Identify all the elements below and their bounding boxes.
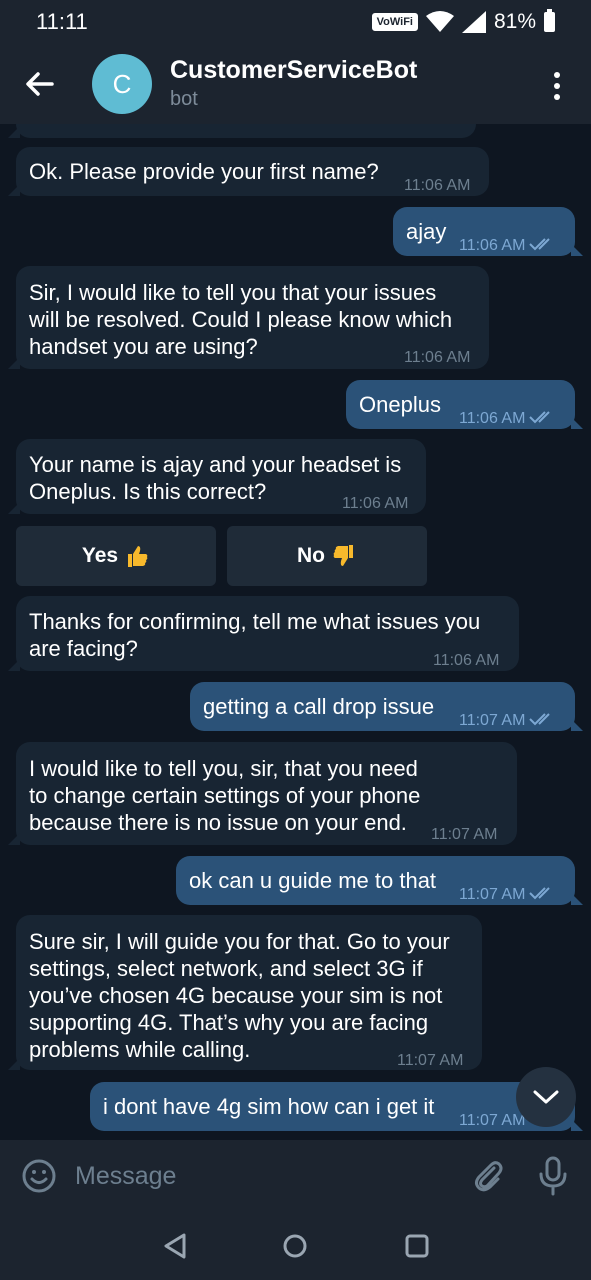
paperclip-icon[interactable] bbox=[470, 1158, 506, 1194]
message-time: 11:07 AM bbox=[397, 1052, 464, 1069]
system-nav-bar bbox=[0, 1212, 591, 1280]
message-time: 11:06 AM bbox=[404, 349, 471, 366]
message-time: 11:07 AM bbox=[431, 826, 498, 843]
no-label: No bbox=[297, 544, 325, 567]
message-text: getting a call drop issue bbox=[203, 694, 435, 719]
emoji-icon[interactable] bbox=[21, 1158, 57, 1194]
more-options-icon[interactable] bbox=[547, 68, 567, 104]
message-time: 11:06 AM bbox=[459, 232, 555, 259]
chevron-down-icon bbox=[533, 1090, 559, 1104]
chat-title[interactable]: CustomerServiceBot bbox=[170, 56, 417, 85]
message-text: Sure sir, I will guide you for that. Go … bbox=[29, 929, 450, 1062]
thumbs-up-icon bbox=[128, 546, 148, 567]
double-check-icon bbox=[529, 411, 551, 424]
message-time: 11:07 AM bbox=[459, 707, 555, 734]
double-check-icon bbox=[529, 238, 551, 251]
thumbs-down-icon bbox=[333, 545, 353, 566]
message-outgoing[interactable]: ajay 11:06 AM bbox=[393, 207, 583, 259]
message-incoming[interactable]: Thanks for confirming, tell me what issu… bbox=[8, 596, 519, 671]
status-time: 11:11 bbox=[36, 9, 88, 34]
status-icons: VoWiFi 81% bbox=[371, 9, 555, 35]
message-text: I would like to tell you, sir, that you … bbox=[29, 756, 421, 835]
status-bar: 11:11 VoWiFi 81% bbox=[0, 0, 591, 44]
message-text: Oneplus bbox=[359, 392, 441, 417]
yes-label: Yes bbox=[81, 544, 119, 567]
double-check-icon bbox=[529, 887, 551, 900]
message-text: Thanks for confirming, tell me what issu… bbox=[29, 609, 481, 661]
message-outgoing[interactable]: i dont have 4g sim how can i get it 11:0… bbox=[90, 1082, 583, 1131]
chat-subtitle: bot bbox=[170, 88, 198, 110]
avatar[interactable]: C bbox=[92, 54, 152, 114]
message-incoming[interactable]: Ok. Please provide your first name? 11:0… bbox=[8, 147, 489, 196]
message-incoming[interactable]: I would like to tell you, sir, that you … bbox=[8, 742, 517, 845]
message-text: Sir, I would like to tell you that your … bbox=[29, 280, 453, 359]
message-time: 11:07 AM bbox=[459, 881, 555, 908]
message-outgoing[interactable]: Oneplus 11:06 AM bbox=[346, 380, 583, 432]
message-text: ajay bbox=[406, 219, 447, 244]
chat-messages[interactable]: Ok. Please provide your first name? 11:0… bbox=[0, 124, 591, 1140]
microphone-icon[interactable] bbox=[536, 1156, 570, 1196]
scroll-down-button[interactable] bbox=[516, 1067, 576, 1127]
message-text: ok can u guide me to that bbox=[189, 868, 437, 893]
message-incoming[interactable]: Sir, I would like to tell you that your … bbox=[8, 266, 489, 369]
message-time: 11:06 AM bbox=[404, 177, 471, 194]
message-outgoing[interactable]: getting a call drop issue 11:07 AM bbox=[190, 682, 583, 734]
message-text: i dont have 4g sim how can i get it bbox=[103, 1094, 435, 1119]
message-outgoing[interactable]: ok can u guide me to that 11:07 AM bbox=[176, 856, 583, 908]
message-text: Ok. Please provide your first name? bbox=[29, 159, 379, 184]
message-composer bbox=[0, 1140, 591, 1212]
battery-percent: 81% bbox=[493, 10, 536, 33]
no-button[interactable]: No bbox=[227, 526, 427, 586]
nav-back-icon[interactable] bbox=[162, 1232, 188, 1260]
message-time: 11:06 AM bbox=[433, 652, 500, 669]
message-time: 11:06 AM bbox=[342, 495, 409, 512]
chat-header: C CustomerServiceBot bot bbox=[0, 44, 591, 124]
yes-button[interactable]: Yes bbox=[16, 526, 216, 586]
wifi-icon bbox=[425, 11, 454, 32]
battery-icon bbox=[544, 9, 555, 32]
message-time: 11:06 AM bbox=[459, 405, 555, 432]
nav-home-icon[interactable] bbox=[283, 1234, 307, 1258]
message-input[interactable] bbox=[75, 1158, 435, 1194]
nav-recents-icon[interactable] bbox=[405, 1234, 429, 1258]
message-incoming[interactable]: Your name is ajay and your headset is On… bbox=[8, 439, 426, 514]
message-incoming[interactable]: Sure sir, I will guide you for that. Go … bbox=[8, 915, 482, 1070]
vowifi-icon: VoWiFi bbox=[371, 13, 418, 31]
message-bubble-partial bbox=[8, 124, 476, 138]
signal-icon bbox=[461, 11, 486, 33]
double-check-icon bbox=[529, 713, 551, 726]
message-time: 11:07 AM bbox=[459, 1112, 526, 1129]
back-arrow-icon[interactable] bbox=[22, 66, 58, 102]
